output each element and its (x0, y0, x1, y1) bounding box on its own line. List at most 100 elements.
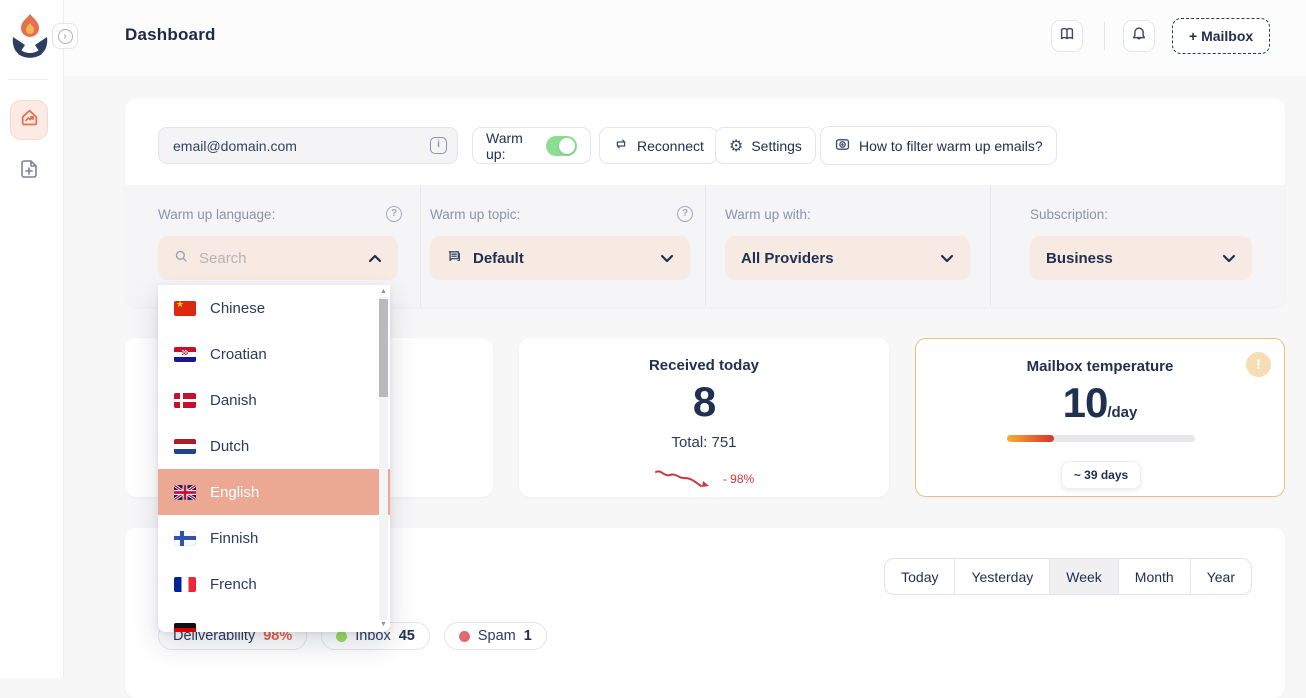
reconnect-label: Reconnect (637, 138, 704, 154)
red-dot-icon (459, 631, 470, 642)
tab-today[interactable]: Today (885, 559, 954, 594)
flag-fi-icon (174, 531, 196, 546)
flag-de-icon (174, 623, 196, 633)
provider-select[interactable]: All Providers (725, 236, 970, 280)
subscription-select[interactable]: Business (1030, 236, 1252, 280)
dropdown-scrollbar[interactable]: ▲ ▼ (378, 287, 389, 630)
sidebar (0, 0, 64, 678)
mailbox-settings-card: i Warm up: Reconnect ⚙ Settings How to f… (125, 98, 1285, 307)
sidebar-item-add-mailbox[interactable] (15, 157, 43, 185)
scroll-down-arrow[interactable]: ▼ (378, 620, 389, 630)
flag-fr-icon (174, 577, 196, 592)
provider-value: All Providers (741, 250, 834, 267)
sidebar-item-dashboard[interactable] (10, 100, 48, 140)
language-label: Warm up language: (158, 207, 275, 222)
received-today-title: Received today (519, 357, 889, 374)
spam-badge[interactable]: Spam 1 (444, 622, 547, 650)
received-today-value: 8 (519, 378, 889, 426)
language-select[interactable] (158, 236, 398, 280)
page-title: Dashboard (125, 25, 216, 45)
sidebar-collapse-button[interactable]: › (52, 23, 78, 49)
subscription-label: Subscription: (1030, 207, 1108, 222)
spam-label: Spam (478, 628, 516, 644)
filter-help-button[interactable]: How to filter warm up emails? (820, 126, 1057, 165)
green-dot-icon (336, 631, 347, 642)
add-mailbox-button[interactable]: + Mailbox (1172, 18, 1270, 54)
language-help-icon[interactable]: ? (386, 206, 402, 222)
warmup-toggle-chip: Warm up: (472, 127, 591, 164)
temperature-progressbar (1007, 435, 1195, 442)
warmup-toggle[interactable] (546, 136, 577, 156)
docs-button[interactable] (1051, 20, 1083, 52)
toggle-knob (559, 138, 575, 154)
info-icon[interactable]: i (430, 137, 447, 154)
topic-label: Warm up topic: (430, 207, 520, 222)
scroll-up-arrow[interactable]: ▲ (378, 287, 389, 297)
language-option-dutch[interactable]: Dutch (158, 423, 378, 469)
temperature-value: 10/day (916, 379, 1284, 427)
time-range-tabs: Today Yesterday Week Month Year (884, 558, 1252, 595)
bell-icon (1130, 25, 1148, 48)
header: Dashboard + Mailbox (64, 0, 1306, 76)
language-option-finnish[interactable]: Finnish (158, 515, 378, 561)
email-input[interactable] (158, 127, 458, 164)
settings-label: Settings (751, 138, 802, 154)
subscription-value: Business (1046, 250, 1113, 267)
gear-icon: ⚙ (729, 138, 743, 154)
language-search-input[interactable] (199, 250, 329, 267)
chevron-down-icon (660, 250, 674, 267)
language-list: Chinese Croatian Danish Dutch English (158, 285, 378, 632)
topic-help-icon[interactable]: ? (677, 206, 693, 222)
header-divider (1104, 22, 1105, 50)
language-option-croatian[interactable]: Croatian (158, 331, 378, 377)
received-today-card: Received today 8 Total: 751 - 98% (519, 338, 889, 497)
chevron-down-icon (940, 250, 954, 267)
received-total: Total: 751 (519, 434, 889, 451)
refresh-icon (613, 136, 629, 155)
inbox-value: 45 (399, 628, 415, 644)
topic-value: Default (473, 250, 524, 267)
home-chart-icon (19, 107, 40, 133)
downtrend-sparkline-icon (654, 464, 718, 493)
book-icon (1058, 25, 1076, 48)
provider-label: Warm up with: (725, 207, 811, 222)
reconnect-button[interactable]: Reconnect (599, 127, 718, 164)
language-option-danish[interactable]: Danish (158, 377, 378, 423)
chat-icon (446, 248, 463, 269)
video-tutorial-icon (834, 136, 851, 156)
tab-year[interactable]: Year (1190, 559, 1251, 594)
chevron-up-icon (368, 250, 382, 267)
flag-hr-icon (174, 347, 196, 362)
language-option-chinese[interactable]: Chinese (158, 285, 378, 331)
warning-info-icon[interactable]: ! (1246, 352, 1271, 377)
chevron-right-icon: › (58, 29, 73, 44)
scrollbar-thumb[interactable] (379, 299, 388, 397)
tab-week[interactable]: Week (1049, 559, 1118, 594)
sidebar-divider (8, 79, 48, 80)
notifications-button[interactable] (1123, 20, 1155, 52)
warmup-label: Warm up: (486, 130, 538, 162)
flag-gb-icon (174, 485, 196, 500)
flag-dk-icon (174, 393, 196, 408)
search-icon (174, 249, 189, 268)
tab-month[interactable]: Month (1118, 559, 1190, 594)
language-dropdown-panel: Chinese Croatian Danish Dutch English (158, 285, 390, 632)
language-option-english[interactable]: English (158, 469, 390, 515)
topic-select[interactable]: Default (430, 236, 690, 280)
language-option-german-partial[interactable] (158, 607, 378, 632)
filter-help-label: How to filter warm up emails? (859, 138, 1043, 154)
file-plus-icon (17, 157, 41, 186)
flag-nl-icon (174, 439, 196, 454)
change-percent: - 98% (723, 472, 754, 486)
dashboard-page: Dashboard + Mailbox i Warm up: Reconnect (0, 0, 1306, 678)
tab-yesterday[interactable]: Yesterday (954, 559, 1049, 594)
settings-button[interactable]: ⚙ Settings (715, 127, 816, 164)
temperature-unit: /day (1107, 404, 1137, 421)
campfire-logo-icon[interactable] (9, 10, 51, 60)
trend-row: - 98% (519, 464, 889, 493)
language-option-french[interactable]: French (158, 561, 378, 607)
mailbox-temperature-title: Mailbox temperature (916, 358, 1284, 375)
days-remaining-chip: ~ 39 days (1061, 461, 1141, 489)
mailbox-temperature-card: Mailbox temperature ! 10/day ~ 39 days (915, 338, 1285, 497)
flag-cn-icon (174, 301, 196, 316)
